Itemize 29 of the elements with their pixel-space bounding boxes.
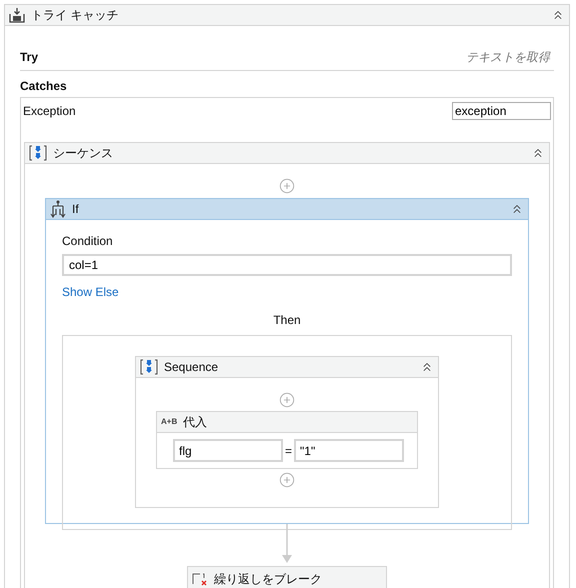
activity-title: シーケンス — [53, 145, 114, 162]
activity-title: 繰り返しをブレーク — [214, 571, 322, 588]
exception-field[interactable]: exception — [452, 102, 551, 120]
activity-header[interactable]: If — [46, 199, 528, 220]
try-label: Try — [20, 49, 38, 66]
assign-to-field[interactable]: flg — [173, 439, 283, 462]
show-else-link[interactable]: Show Else — [62, 285, 119, 299]
activity-title: Sequence — [164, 359, 220, 376]
drop-hint: テキストを取得 — [466, 49, 550, 66]
catches-label: Catches — [20, 78, 68, 95]
assign-value-field[interactable]: "1" — [294, 439, 404, 462]
assign-operator: = — [285, 442, 292, 460]
sequence-icon — [29, 145, 47, 161]
try-catch-icon — [9, 7, 25, 23]
assign-icon: A+B — [161, 416, 178, 428]
activity-title: トライ キャッチ — [31, 7, 120, 24]
exception-label: Exception — [23, 103, 76, 120]
then-label: Then — [273, 312, 301, 329]
activity-header[interactable]: シーケンス — [25, 143, 549, 164]
if-icon — [50, 200, 66, 218]
activity-title: 代入 — [183, 414, 208, 431]
sequence-icon — [140, 359, 158, 375]
activity-header[interactable]: トライ キャッチ — [5, 5, 569, 26]
activity-header[interactable]: Sequence — [136, 357, 438, 378]
activity-title: If — [72, 201, 80, 218]
activity-header[interactable]: A+B 代入 — [157, 412, 417, 433]
condition-label: Condition — [62, 233, 114, 250]
break-activity[interactable]: 繰り返しをブレーク — [187, 566, 387, 588]
condition-field[interactable]: col=1 — [62, 254, 512, 276]
